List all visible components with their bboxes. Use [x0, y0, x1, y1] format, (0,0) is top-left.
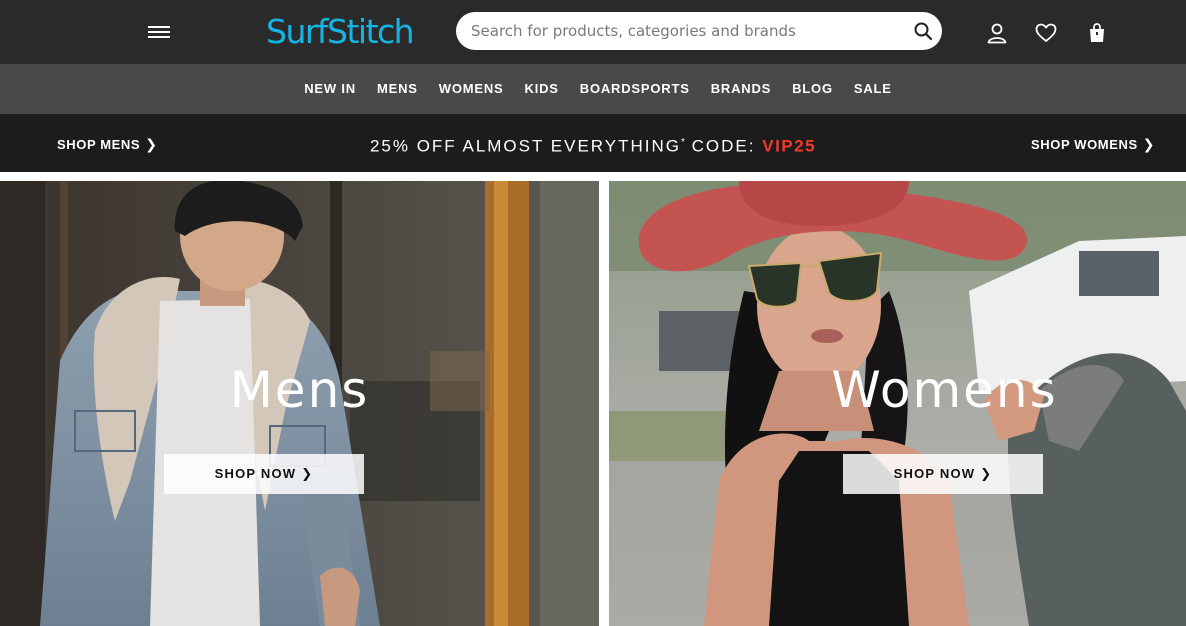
nav-item-kids[interactable]: KIDS	[525, 64, 559, 114]
search-icon[interactable]	[913, 21, 933, 41]
promo-message[interactable]: 25% OFF ALMOST EVERYTHING* CODE: VIP25	[0, 114, 1186, 176]
promo-offer-text: 25% OFF ALMOST EVERYTHING	[369, 136, 682, 156]
search-input[interactable]	[471, 12, 901, 50]
promo-banner: 25% OFF ALMOST EVERYTHING* CODE: VIP25 S…	[0, 114, 1186, 172]
nav-item-blog[interactable]: BLOG	[792, 64, 833, 114]
site-logo[interactable]: SurfStitch	[266, 10, 415, 54]
main-nav: NEW IN MENS WOMENS KIDS BOARDSPORTS BRAN…	[0, 64, 1186, 114]
womens-shop-now-label: SHOP NOW	[893, 466, 976, 481]
promo-code: VIP25	[762, 136, 817, 156]
chevron-right-icon: ❯	[145, 136, 158, 152]
chevron-right-icon: ❯	[301, 466, 314, 481]
shop-womens-link[interactable]: SHOP WOMENS ❯	[1031, 114, 1155, 175]
shop-mens-link[interactable]: SHOP MENS ❯	[57, 114, 158, 175]
top-header: SurfStitch	[0, 0, 1186, 64]
promo-asterisk: *	[681, 137, 685, 148]
shop-mens-label: SHOP MENS	[57, 137, 141, 152]
chevron-right-icon: ❯	[980, 466, 993, 481]
heart-icon[interactable]	[1034, 21, 1058, 45]
nav-item-mens[interactable]: MENS	[377, 64, 418, 114]
nav-item-womens[interactable]: WOMENS	[439, 64, 504, 114]
nav-item-sale[interactable]: SALE	[854, 64, 892, 114]
chevron-right-icon: ❯	[1142, 136, 1156, 152]
mens-shop-now-label: SHOP NOW	[214, 466, 297, 481]
user-icon[interactable]	[985, 21, 1009, 45]
hamburger-menu-icon[interactable]	[148, 24, 172, 42]
nav-item-new-in[interactable]: NEW IN	[304, 64, 356, 114]
nav-item-brands[interactable]: BRANDS	[711, 64, 771, 114]
womens-title: Womens	[831, 361, 1058, 419]
shop-womens-label: SHOP WOMENS	[1031, 137, 1138, 152]
promo-code-label: CODE:	[691, 136, 756, 156]
search-bar	[456, 12, 942, 50]
mens-shop-now-button[interactable]: SHOP NOW ❯	[164, 454, 364, 494]
mens-hero-panel[interactable]: Mens SHOP NOW ❯	[0, 181, 599, 626]
womens-shop-now-button[interactable]: SHOP NOW ❯	[843, 454, 1043, 494]
nav-item-boardsports[interactable]: BOARDSPORTS	[580, 64, 690, 114]
mens-title: Mens	[229, 361, 370, 419]
womens-hero-panel[interactable]: Womens SHOP NOW ❯	[609, 181, 1186, 626]
shopping-bag-icon[interactable]	[1085, 21, 1109, 45]
